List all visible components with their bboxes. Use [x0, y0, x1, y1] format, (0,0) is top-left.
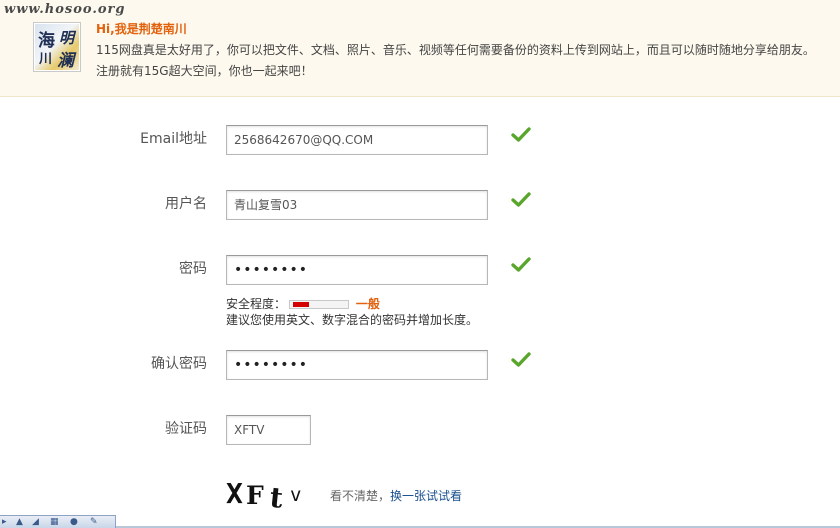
- avatar-char: 澜: [57, 51, 74, 70]
- watermark: www.hosoo.org: [4, 2, 126, 17]
- captcha-char: t: [268, 481, 284, 510]
- strength-bar: [289, 300, 350, 309]
- avatar-image: 海 明 川 澜: [35, 24, 79, 70]
- strength-bar-fill: [293, 302, 310, 307]
- captcha-help: 看不清楚，换一张试试看: [330, 487, 462, 504]
- check-icon: [511, 127, 531, 142]
- password-strength: 安全程度： 一般 建议您使用英文、数字混合的密码并增加长度。: [226, 296, 478, 328]
- avatar-char: 明: [59, 29, 75, 47]
- wrench-icon[interactable]: ✎: [90, 517, 98, 527]
- check-icon: [511, 192, 531, 207]
- captcha-refresh-link[interactable]: 换一张试试看: [390, 489, 462, 503]
- profile-banner: www.hosoo.org 海 明 川 澜 Hi,我是荆楚南川 115网盘真是太…: [0, 0, 840, 97]
- user-icon[interactable]: ●: [70, 517, 78, 527]
- username-field[interactable]: 青山复雪03: [226, 190, 488, 220]
- greeting: Hi,我是荆楚南川: [96, 22, 187, 36]
- captcha-char: X: [226, 477, 243, 510]
- avatar-char: 川: [39, 52, 53, 67]
- strength-hint: 建议您使用英文、数字混合的密码并增加长度。: [226, 313, 479, 327]
- quicklaunch-icon[interactable]: ▲: [16, 517, 23, 527]
- password-label: 密码: [179, 261, 207, 277]
- confirm-password-field[interactable]: ••••••••: [226, 350, 488, 380]
- confirm-password-label: 确认密码: [151, 356, 207, 372]
- quicklaunch-icon[interactable]: ◢: [32, 517, 39, 527]
- email-label: Email地址: [140, 131, 207, 147]
- captcha-unclear-text: 看不清楚，: [330, 489, 391, 503]
- check-icon: [511, 257, 531, 272]
- captcha-image[interactable]: X F t v: [226, 476, 312, 510]
- strength-level: 一般: [355, 297, 380, 311]
- captcha-char: F: [246, 481, 264, 510]
- captcha-char: v: [290, 484, 301, 506]
- grid-icon[interactable]: ▦: [50, 517, 59, 527]
- strength-prefix: 安全程度：: [226, 297, 287, 311]
- avatar[interactable]: 海 明 川 澜: [33, 22, 81, 72]
- start-icon[interactable]: ▸: [2, 517, 7, 527]
- intro-text: 115网盘真是太好用了，你可以把文件、文档、照片、音乐、视频等任何需要备份的资料…: [96, 40, 826, 82]
- strength-row: 安全程度： 一般: [226, 296, 478, 312]
- intro-line: 115网盘真是太好用了，你可以把文件、文档、照片、音乐、视频等任何需要备份的资料…: [96, 43, 815, 57]
- email-field[interactable]: 2568642670@QQ.COM: [226, 125, 488, 155]
- check-icon: [511, 352, 531, 367]
- intro-line: 注册就有15G超大空间，你也一起来吧！: [96, 64, 313, 78]
- username-label: 用户名: [165, 196, 207, 212]
- captcha-input[interactable]: XFTV: [226, 415, 311, 445]
- taskbar-fragment: ▸ ▲ ◢ ▦ ● ✎: [0, 515, 116, 528]
- password-field[interactable]: ••••••••: [226, 255, 488, 285]
- captcha-label: 验证码: [165, 421, 207, 437]
